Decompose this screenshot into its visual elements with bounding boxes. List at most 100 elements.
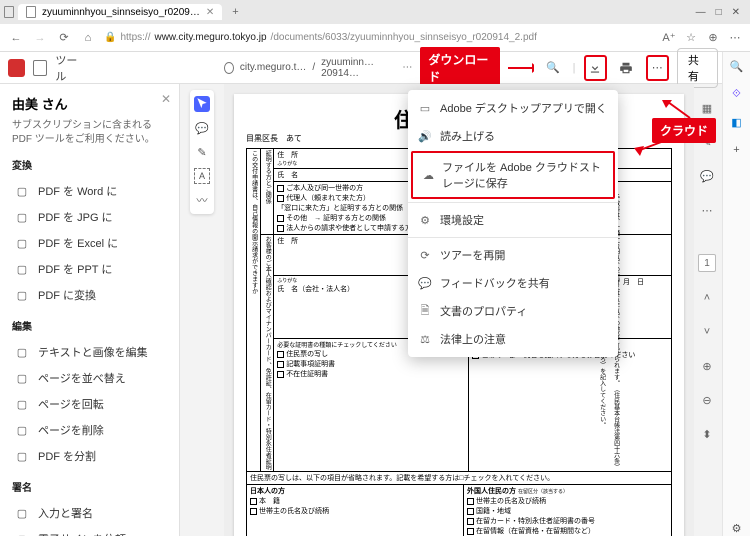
tool-label: PDF に変換 <box>38 287 96 303</box>
tool-item[interactable]: ▢PDF を Word に <box>12 178 167 204</box>
tool-item[interactable]: ▢PDF を分割 <box>12 443 167 469</box>
adobe-logo-icon <box>8 59 25 77</box>
annotation-download: ダウンロード <box>420 47 499 89</box>
page-down-icon[interactable]: ˅ <box>699 324 715 340</box>
tab-close-icon[interactable]: ✕ <box>206 7 214 18</box>
outlook-icon[interactable]: ◧ <box>729 114 745 130</box>
ctx-icon: 🔊 <box>418 129 432 143</box>
zoom-out-icon[interactable]: ⊖ <box>699 392 715 408</box>
refresh-button[interactable]: ⟳ <box>56 30 72 46</box>
left-vert-a: お客様のご本人確認およびマイナンバーカード、免許証、在留カード・特別永住者証明 <box>264 236 271 470</box>
ctx-item-7[interactable]: ⚖ 法律上の注意 <box>408 325 618 353</box>
more-actions-button[interactable]: ⋯ <box>646 55 669 81</box>
tool-item[interactable]: ▢入力と署名 <box>12 500 167 526</box>
ctx-icon: ⚖ <box>418 332 432 346</box>
ctx-item-2[interactable]: ☁ファイルを Adobe クラウドストレージに保存 <box>411 151 615 199</box>
tab-favicon <box>26 6 36 18</box>
back-button[interactable]: ← <box>8 30 24 46</box>
settings-menu-icon[interactable]: ⋯ <box>728 31 742 45</box>
window-minimize[interactable]: — <box>696 7 706 18</box>
crumb-sep: / <box>312 62 315 73</box>
reader-icon[interactable]: A⁺ <box>662 31 676 45</box>
tool-item[interactable]: ▢PDF を Excel に <box>12 230 167 256</box>
crumb-more-icon[interactable]: ⋯ <box>402 62 412 73</box>
tool-item[interactable]: ▢PDF を JPG に <box>12 204 167 230</box>
url-field[interactable]: 🔒 https://www.city.meguro.tokyo.jp/docum… <box>104 32 654 43</box>
instr: 住民票の写しは、以下の項目が省略されます。記載を希望する方は□チェックを入れてく… <box>247 472 672 485</box>
ctx-label: 法律上の注意 <box>440 331 506 347</box>
home-button[interactable]: ⌂ <box>80 30 96 46</box>
tool-item[interactable]: ▢電子サインを依頼 <box>12 526 167 536</box>
page-up-icon[interactable]: ˄ <box>699 290 715 306</box>
text-icon[interactable]: A <box>194 168 210 184</box>
ctx-item-3[interactable]: ⚙環境設定 <box>408 206 618 234</box>
settings-sidebar-icon[interactable]: ⚙ <box>729 520 745 536</box>
addr-label: 住 所 <box>277 152 298 159</box>
window-maximize[interactable]: □ <box>716 7 722 18</box>
print-button[interactable] <box>615 55 638 81</box>
furigana2: ふりがな <box>277 278 297 284</box>
ctx-item-0[interactable]: ▭Adobe デスクトップアプリで開く <box>408 94 618 122</box>
download-button[interactable] <box>584 55 607 81</box>
ctx-separator <box>408 202 618 203</box>
panel-icon[interactable]: ▦ <box>699 100 715 116</box>
tool-label: PDF を PPT に <box>38 261 112 277</box>
crumb-file[interactable]: zyuuminn…20914… <box>321 57 396 79</box>
favorite-icon[interactable]: ☆ <box>684 31 698 45</box>
tools-icon[interactable] <box>33 60 48 76</box>
page-icon <box>4 6 14 18</box>
browser-tab[interactable]: zyuuminnhyou_sinnseisyo_r0209… ✕ <box>18 4 222 20</box>
name2: 氏 名（会社・法人名） <box>277 286 354 293</box>
zoom-in-icon[interactable]: ⊕ <box>699 358 715 374</box>
lock-icon: 🔒 <box>104 32 116 43</box>
forward-button[interactable]: → <box>32 30 48 46</box>
comment-icon[interactable]: 💬 <box>194 120 210 136</box>
tool-label: PDF を分割 <box>38 448 96 464</box>
zoom-button[interactable]: 🔍 <box>542 55 565 81</box>
tool-label: 入力と署名 <box>38 505 93 521</box>
page-number[interactable]: 1 <box>698 254 716 272</box>
tools-label[interactable]: ツール <box>55 52 85 84</box>
window-close[interactable]: ✕ <box>732 7 740 18</box>
ctx-icon: 💬 <box>418 276 432 290</box>
ctx-item-4[interactable]: ⟳ツアーを再開 <box>408 241 618 269</box>
ctx-item-1[interactable]: 🔊読み上げる <box>408 122 618 150</box>
highlight-icon[interactable]: ✎ <box>194 144 210 160</box>
ctx-label: Adobe デスクトップアプリで開く <box>440 100 607 116</box>
ctx-icon: ☁ <box>423 168 434 182</box>
tool-item[interactable]: ▢ページを削除 <box>12 417 167 443</box>
collections-icon[interactable]: ⊕ <box>706 31 720 45</box>
cursor-icon[interactable] <box>194 96 210 112</box>
share-button[interactable]: 共有 <box>677 48 718 88</box>
comment-panel-icon[interactable]: 💬 <box>699 168 715 184</box>
search-sidebar-icon[interactable]: 🔍 <box>729 58 745 74</box>
ctx-label: 環境設定 <box>440 212 484 228</box>
more-panel-icon[interactable]: ⋯ <box>699 202 715 218</box>
jp-header: 日本人の方 <box>250 488 285 495</box>
ctx-item-6[interactable]: 🗎文書のプロパティ <box>408 297 618 325</box>
copilot-icon[interactable]: ⟐ <box>729 86 745 102</box>
proxy3: その他 → 証明する方との関係 <box>286 215 386 222</box>
draw-icon[interactable]: 〰 <box>194 192 210 208</box>
plus-icon[interactable]: + <box>729 142 745 158</box>
sign-icon: ▢ <box>14 531 30 536</box>
form-checkbox-row: 国籍・地域 <box>467 506 668 516</box>
tool-item[interactable]: ▢テキストと画像を編集 <box>12 339 167 365</box>
tool-item[interactable]: ▢ PDF に変換 <box>12 282 167 308</box>
ctx-item-5[interactable]: 💬フィードバックを共有 <box>408 269 618 297</box>
form-checkbox-row: 記載事項証明書 <box>277 359 465 369</box>
tool-label: PDF を JPG に <box>38 209 113 225</box>
tool-label: ページを削除 <box>38 422 104 438</box>
tool-item[interactable]: ▢ページを並べ替え <box>12 365 167 391</box>
tool-item[interactable]: ▢PDF を PPT に <box>12 256 167 282</box>
pdf-right-toolbar: ▦ ✎ 💬 ⋯ 1 ˄ ˅ ⊕ ⊖ ⬍ <box>694 100 720 442</box>
fit-icon[interactable]: ⬍ <box>699 426 715 442</box>
new-tab-button[interactable]: + <box>226 6 244 18</box>
convert-icon: ▢ <box>14 287 30 303</box>
form-checkbox-row: 世帯主の氏名及び続柄 <box>467 496 668 506</box>
toolbar-separator: | <box>573 62 576 74</box>
window-titlebar: zyuuminnhyou_sinnseisyo_r0209… ✕ + — □ ✕ <box>0 0 750 24</box>
panel-close-icon[interactable]: ✕ <box>161 92 171 106</box>
crumb-site[interactable]: city.meguro.t… <box>240 62 307 73</box>
tool-item[interactable]: ▢ページを回転 <box>12 391 167 417</box>
